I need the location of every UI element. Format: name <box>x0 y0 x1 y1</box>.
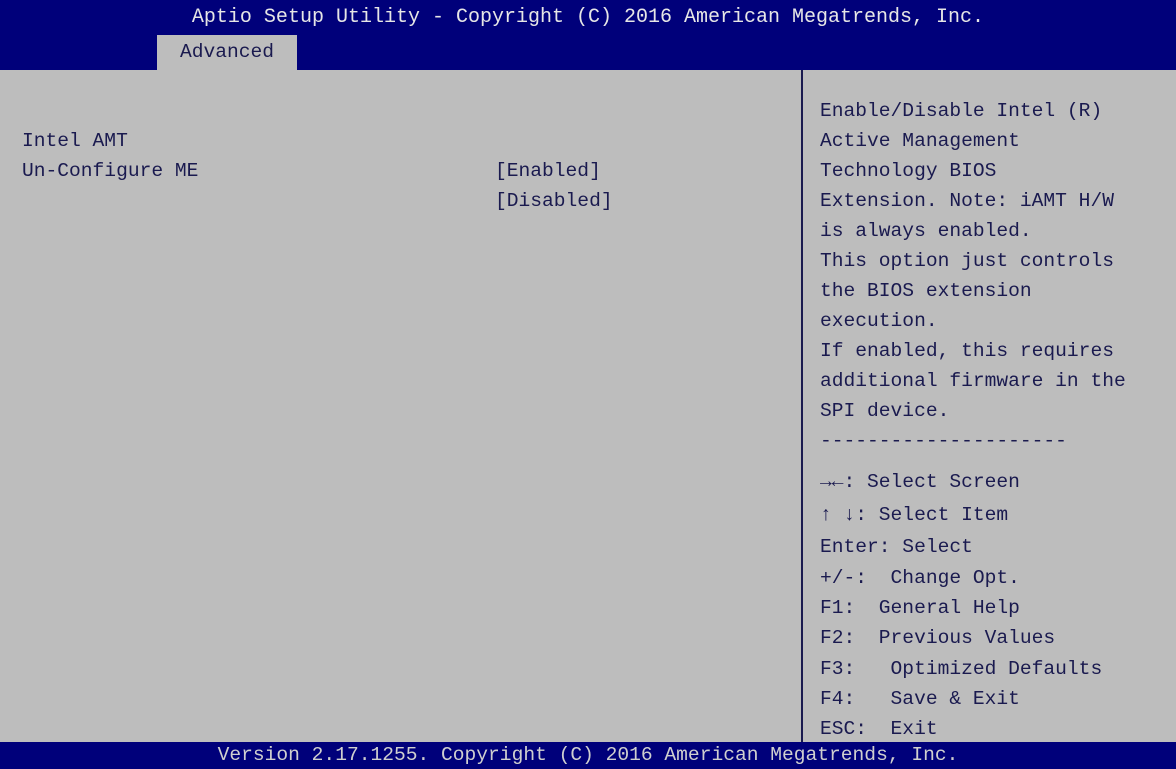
help-separator: --------------------- <box>820 430 1067 452</box>
key-hint-f4: F4: Save & Exit <box>820 688 1020 710</box>
bios-setup-screen: Aptio Setup Utility - Copyright (C) 2016… <box>0 0 1176 769</box>
help-text-line: Technology BIOS <box>820 160 997 182</box>
setting-label: Un-Configure ME <box>22 160 199 182</box>
help-panel: Enable/Disable Intel (R) Active Manageme… <box>803 70 1176 742</box>
help-text-line: SPI device. <box>820 400 950 422</box>
help-text-line: is always enabled. <box>820 220 1032 242</box>
setting-row-unconfigure-me[interactable]: Un-Configure ME [Disabled] <box>0 126 613 212</box>
setting-row-intel-amt[interactable]: Intel AMT [Enabled] <box>0 96 601 182</box>
key-hint-f1: F1: General Help <box>820 597 1020 619</box>
help-text-line: This option just controls <box>820 250 1114 272</box>
help-text-line: Enable/Disable Intel (R) <box>820 100 1103 122</box>
header-bar: Aptio Setup Utility - Copyright (C) 2016… <box>0 0 1176 70</box>
help-text-line: execution. <box>820 310 938 332</box>
key-hint-select-item: ↑ ↓: Select Item <box>820 504 1009 526</box>
help-text-line: Extension. Note: iAMT H/W <box>820 190 1114 212</box>
help-text-line: Active Management <box>820 130 1020 152</box>
setting-value[interactable]: [Enabled] <box>495 156 601 186</box>
setting-value[interactable]: [Disabled] <box>495 186 613 216</box>
help-text-line: the BIOS extension <box>820 280 1032 302</box>
key-hint-enter: Enter: Select <box>820 536 973 558</box>
key-hint-esc: ESC: Exit <box>820 718 938 740</box>
app-title: Aptio Setup Utility - Copyright (C) 2016… <box>191 6 985 29</box>
help-text-line: If enabled, this requires <box>820 340 1114 362</box>
footer-version: Version 2.17.1255. Copyright (C) 2016 Am… <box>0 742 1176 769</box>
settings-panel: Intel AMT [Enabled] Un-Configure ME [Dis… <box>0 70 801 742</box>
key-hint-f2: F2: Previous Values <box>820 627 1056 649</box>
key-hint-select-screen: →←: Select Screen <box>820 471 1020 493</box>
key-hint-f3: F3: Optimized Defaults <box>820 658 1103 680</box>
key-hint-change-opt: +/-: Change Opt. <box>820 567 1020 589</box>
help-text-line: additional firmware in the <box>820 370 1126 392</box>
tab-advanced[interactable]: Advanced <box>157 35 297 70</box>
